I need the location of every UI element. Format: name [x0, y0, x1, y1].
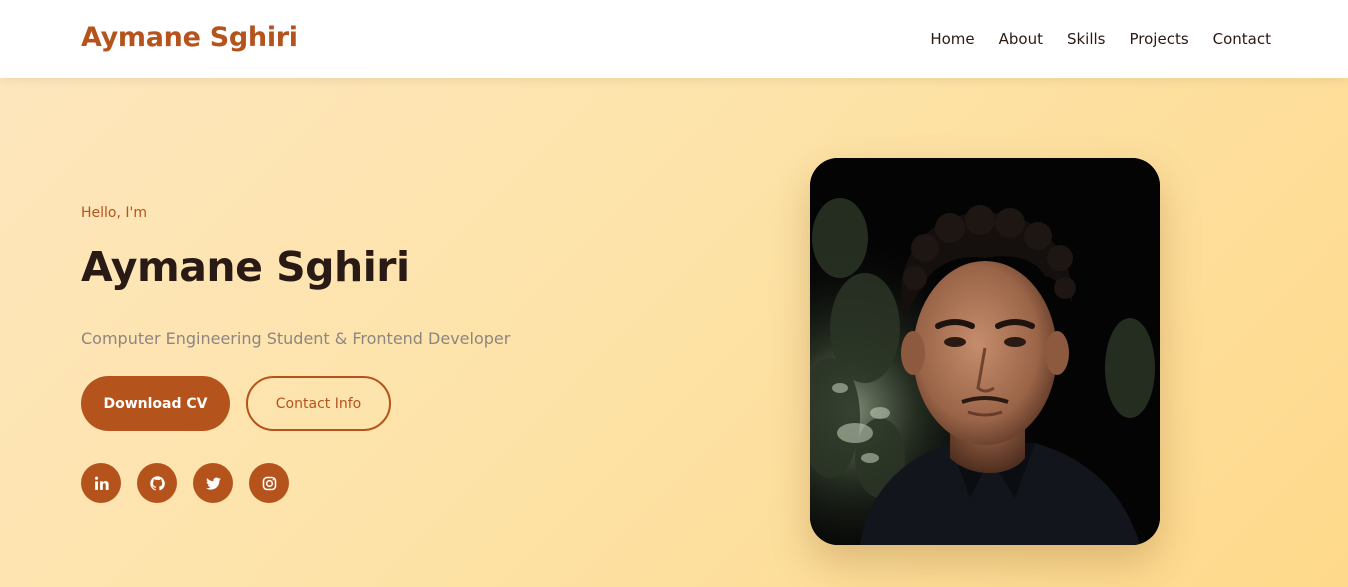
contact-info-button[interactable]: Contact Info: [246, 376, 391, 431]
instagram-glyph: [262, 476, 276, 490]
nav-link-projects[interactable]: Projects: [1130, 30, 1189, 48]
nav-link-contact[interactable]: Contact: [1213, 30, 1271, 48]
nav-menu: Home About Skills Projects Contact: [930, 30, 1271, 48]
hero-subtitle: Computer Engineering Student & Frontend …: [81, 329, 511, 348]
social-links: [81, 463, 289, 503]
linkedin-icon[interactable]: [81, 463, 121, 503]
download-cv-button[interactable]: Download CV: [81, 376, 230, 431]
nav-link-home[interactable]: Home: [930, 30, 974, 48]
nav-link-skills[interactable]: Skills: [1067, 30, 1106, 48]
linkedin-glyph: [94, 476, 109, 490]
twitter-icon[interactable]: [193, 463, 233, 503]
nav-link-about[interactable]: About: [999, 30, 1043, 48]
instagram-icon[interactable]: [249, 463, 289, 503]
hero-greeting: Hello, I'm: [81, 205, 148, 221]
brand-logo[interactable]: Aymane Sghiri: [81, 22, 298, 53]
twitter-glyph: [205, 477, 221, 490]
github-glyph: [149, 475, 165, 490]
github-icon[interactable]: [137, 463, 177, 503]
hero-name: Aymane Sghiri: [81, 243, 410, 291]
hero-section: Hello, I'm Aymane Sghiri Computer Engine…: [0, 78, 1348, 587]
profile-photo-image: [810, 158, 1160, 545]
navbar: Aymane Sghiri Home About Skills Projects…: [0, 0, 1348, 78]
profile-photo: [810, 158, 1160, 545]
